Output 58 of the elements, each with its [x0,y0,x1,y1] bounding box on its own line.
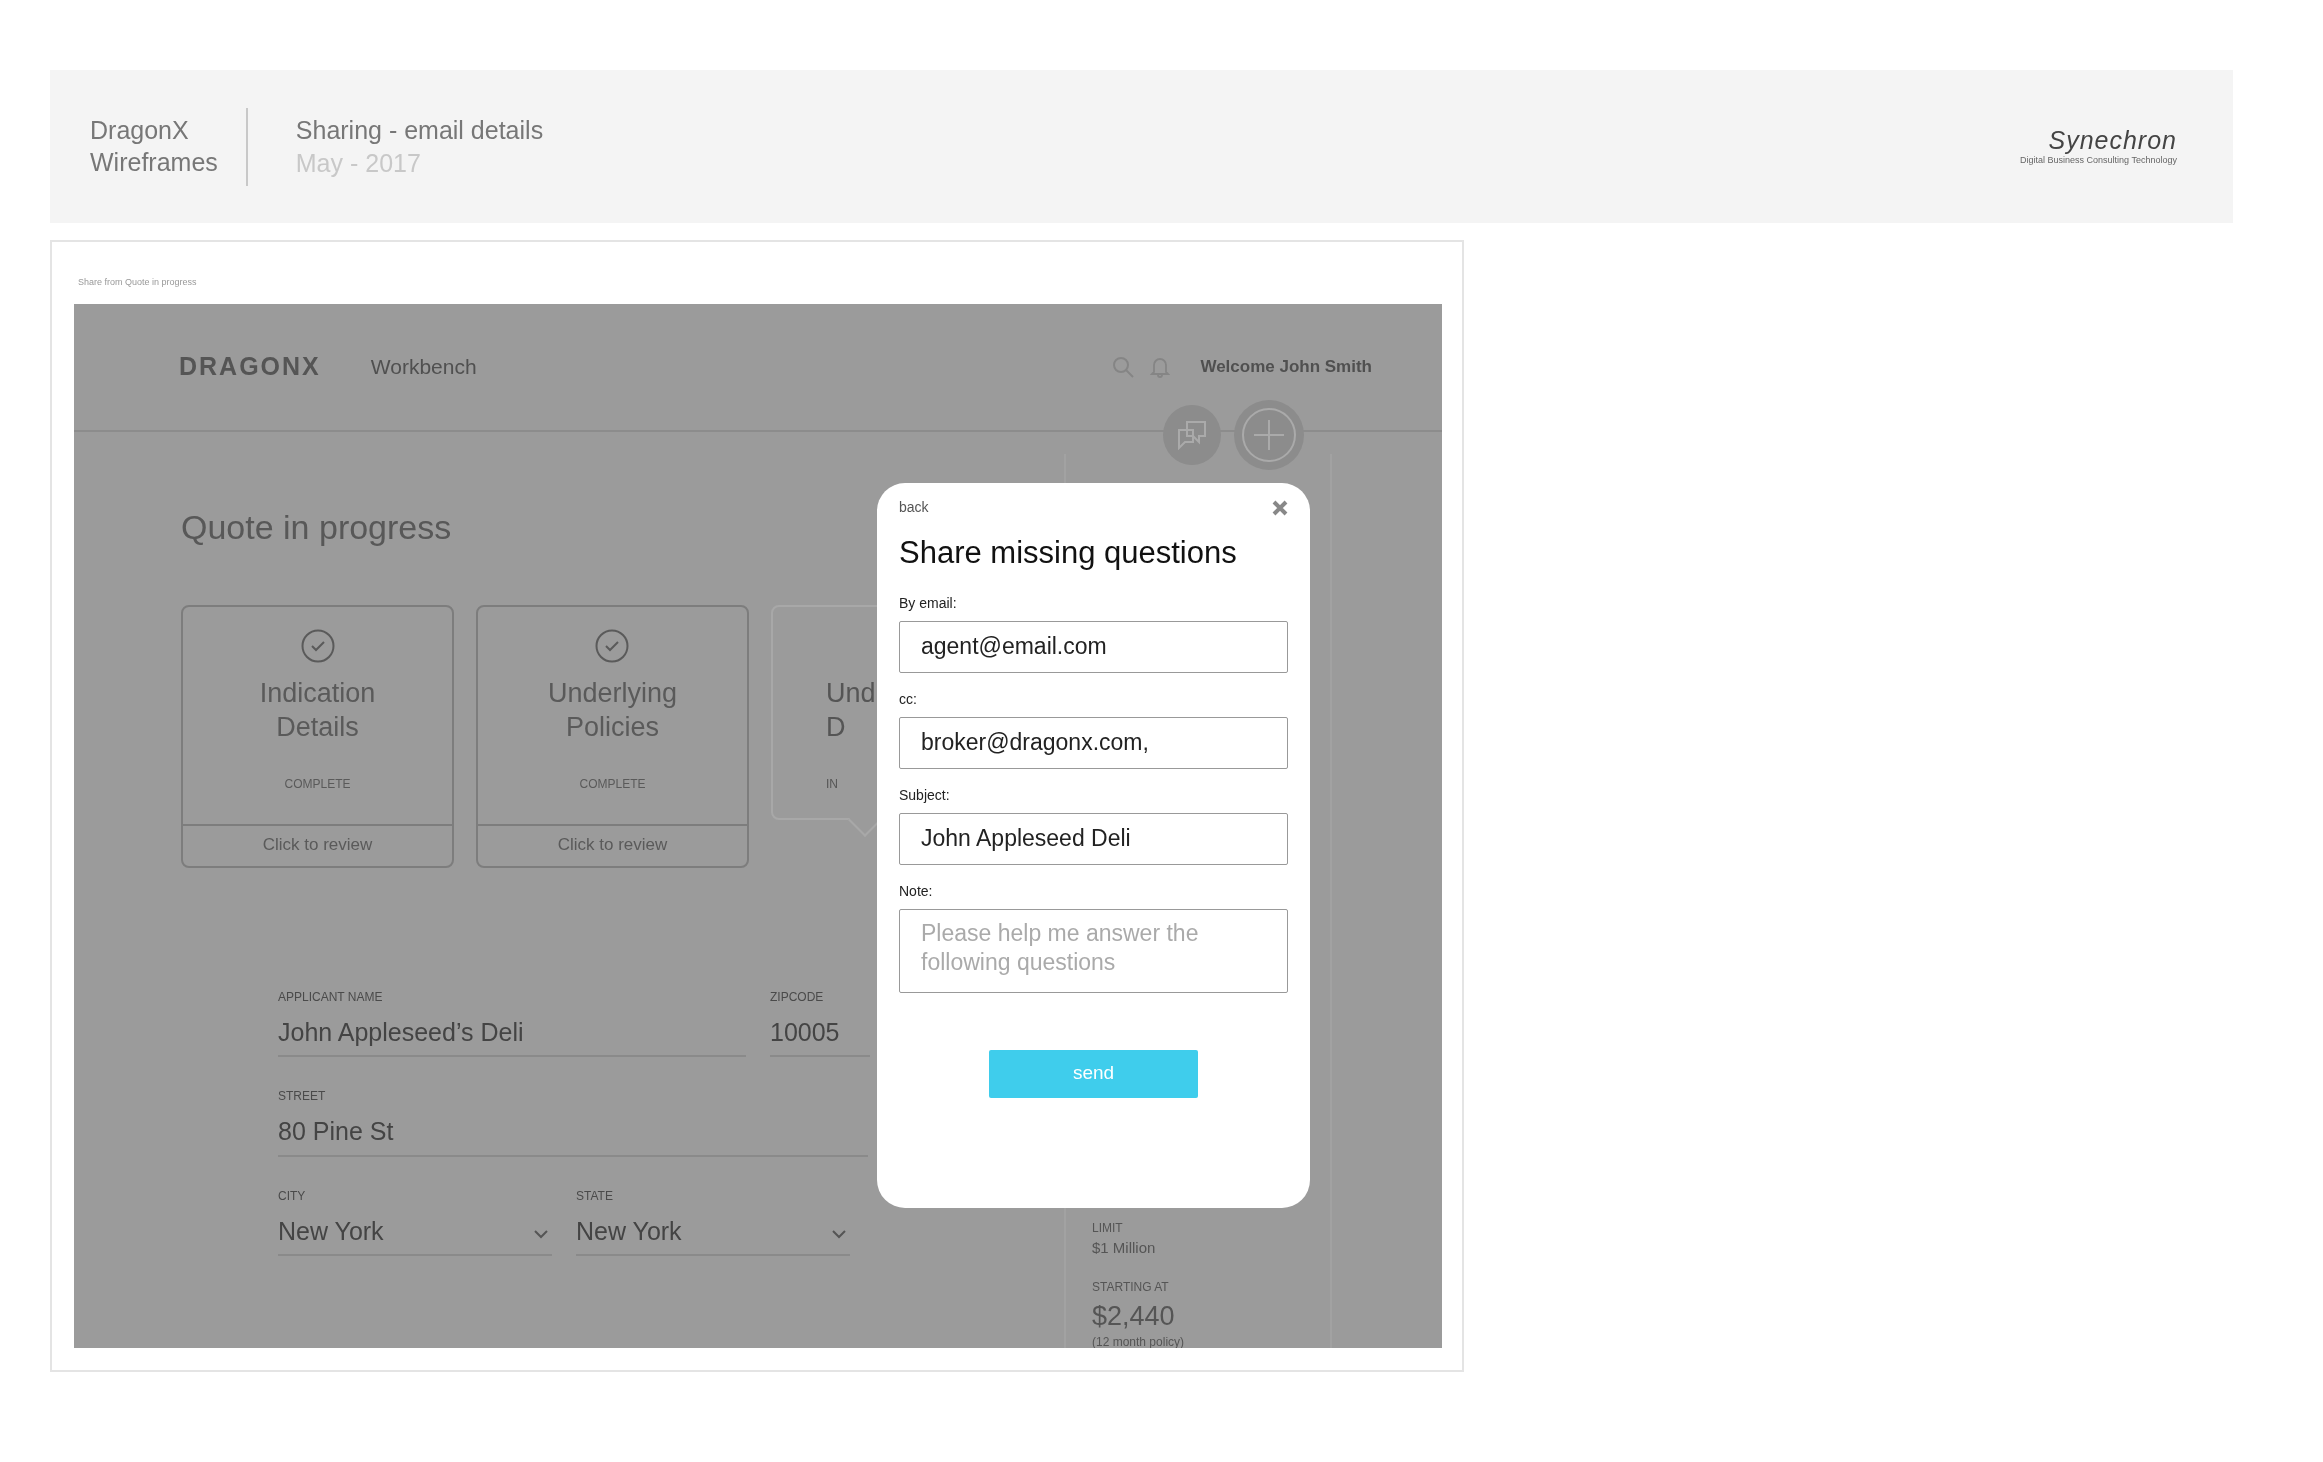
progress-card[interactable]: Indication Details COMPLETE Click to review [181,605,454,868]
check-icon [595,629,630,663]
brand-logo: DRAGONX [179,351,321,383]
project-name: DragonX [90,115,190,147]
field-label: By email: [899,593,958,613]
review-link[interactable]: Click to review [478,824,747,866]
section-title: Quote in progress [181,507,452,548]
field-label: CITY [278,1187,306,1205]
check-icon [300,629,335,663]
chevron-down-icon [534,1230,548,1240]
chevron-down-icon [832,1230,846,1240]
field-value: New York [576,1215,682,1247]
field-value: 80 Pine St [278,1116,394,1147]
close-icon[interactable] [1272,499,1288,516]
field-label: cc: [899,689,918,709]
card-status: IN [826,775,838,793]
progress-card[interactable]: Underlying Policies COMPLETE Click to review [476,605,749,868]
select-field[interactable]: CITY New York [278,1186,552,1256]
select-field[interactable]: STATE New York [576,1186,850,1256]
field-label: Subject: [899,785,951,805]
summary-value: $1 Million [1092,1238,1157,1258]
card-status: COMPLETE [579,775,646,793]
review-link[interactable]: Click to review [183,824,452,866]
plus-icon [1241,407,1297,463]
card-title: Und D [826,677,876,744]
logo-tagline: Digital Business Consulting Technology [2020,156,2177,165]
dialog-title: Share missing questions [899,534,1238,572]
input-field[interactable]: agent@email.com [899,620,1288,673]
nav-link[interactable]: Workbench [370,351,477,383]
text-field[interactable]: ZIPCODE 10005 [770,987,870,1057]
field-value: 10005 [770,1016,840,1048]
field-label: STREET [278,1088,326,1105]
input-field[interactable]: John Appleseed Deli [899,812,1288,865]
field-label: APPLICANT NAME [278,988,383,1006]
card-title: Indication Details [259,677,376,744]
summary-label: LIMIT [1092,1220,1124,1237]
summary-label: STARTING AT [1092,1278,1170,1296]
card-title: Underlying Policies [547,677,678,744]
company-logo: Synechron [2048,128,2177,153]
summary-value: $2,440 [1092,1299,1176,1333]
chat-icon [1175,420,1209,450]
summary-note: (12 month policy) [1092,1336,1186,1348]
text-field[interactable]: STREET 80 Pine St [278,1087,868,1157]
field-value: New York [278,1215,384,1247]
card-status: COMPLETE [284,775,351,793]
input-field[interactable]: broker@dragonx.com, [899,716,1288,769]
field-label: Note: [899,881,934,901]
field-label: STATE [576,1187,613,1205]
note-field[interactable]: Please help me answer the following questions [899,908,1288,993]
page-title: Sharing - email details [295,115,544,146]
project-name: Wireframes [90,146,218,178]
send-button[interactable]: send [989,1049,1198,1098]
field-value: John Appleseed’s Deli [278,1016,524,1048]
frame-caption: Share from Quote in progress [78,276,197,289]
back-link[interactable]: back [899,497,929,518]
text-field[interactable]: APPLICANT NAME John Appleseed’s Deli [278,987,746,1057]
welcome-text: Welcome John Smith [1200,356,1372,379]
field-label: ZIPCODE [770,988,824,1006]
